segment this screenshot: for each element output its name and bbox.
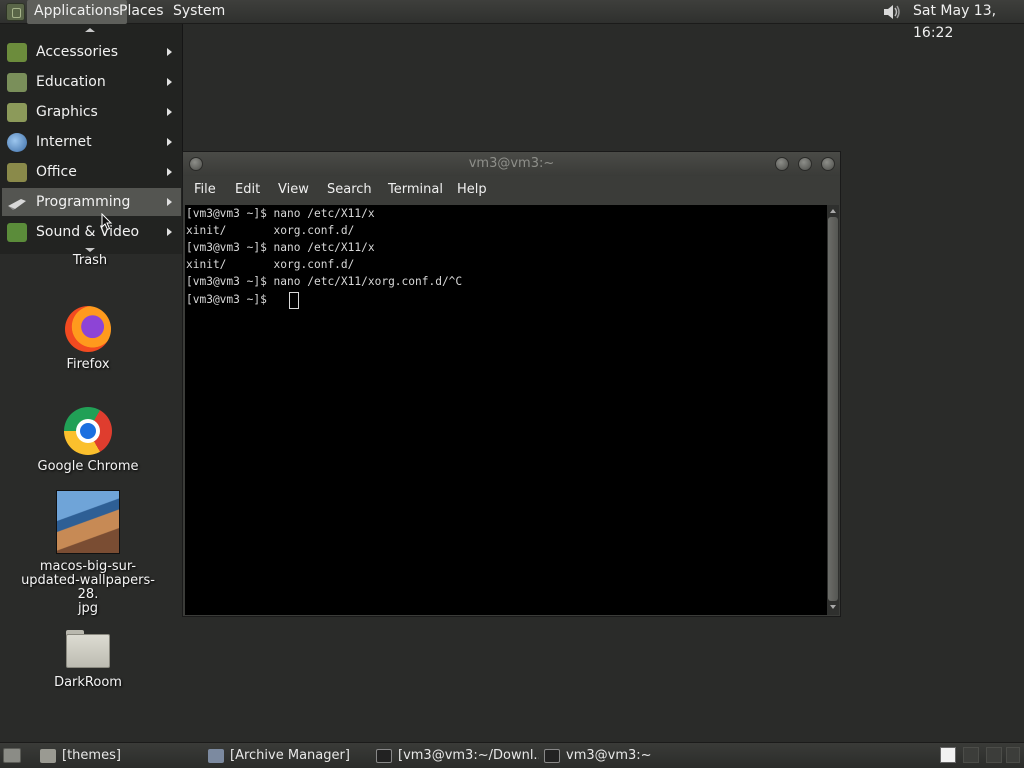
terminal-line: [vm3@vm3 ~]$ nano /etc/X11/xorg.conf.d/^… — [186, 275, 463, 288]
terminal-prompt-line: [vm3@vm3 ~]$ — [186, 293, 274, 306]
terminal-menu-view[interactable]: View — [278, 176, 309, 204]
accessories-icon — [7, 43, 27, 62]
taskbar-item-label: vm3@vm3:~ — [566, 748, 652, 763]
programming-icon — [7, 193, 27, 212]
menu-scroll-down-icon[interactable] — [85, 248, 95, 252]
desktop-icon-wallpaper-file[interactable]: macos-big-sur- updated-wallpapers-28. jp… — [18, 490, 158, 616]
minimize-button[interactable] — [775, 157, 789, 171]
firefox-label: Firefox — [66, 357, 110, 372]
maximize-button[interactable] — [798, 157, 812, 171]
menu-item-label: Internet — [36, 134, 92, 150]
workspace-1[interactable] — [940, 747, 956, 763]
taskbar-item-label: [vm3@vm3:~/Downl... — [398, 748, 539, 763]
menu-item-education[interactable]: Education — [2, 68, 181, 96]
graphics-icon — [7, 103, 27, 122]
menu-item-programming[interactable]: Programming — [2, 188, 181, 216]
chrome-label: Google Chrome — [37, 459, 139, 474]
submenu-arrow-icon — [167, 168, 172, 176]
submenu-arrow-icon — [167, 48, 172, 56]
terminal-titlebar[interactable]: vm3@vm3:~ — [183, 152, 840, 176]
workspace-2[interactable] — [963, 747, 979, 763]
menu-item-label: Sound & Video — [36, 224, 140, 240]
office-icon — [7, 163, 27, 182]
menu-item-internet[interactable]: Internet — [2, 128, 181, 156]
taskbar-item-label: [Archive Manager] — [230, 748, 350, 763]
top-panel: Applications Places System Sat May 13, 1… — [0, 0, 1024, 41]
terminal-icon — [376, 749, 392, 763]
volume-icon[interactable] — [881, 2, 903, 22]
submenu-arrow-icon — [167, 228, 172, 236]
taskbar-item-terminal[interactable]: vm3@vm3:~ — [542, 745, 692, 767]
terminal-line: xinit/ xorg.conf.d/ — [186, 258, 355, 271]
wallpaper-label-line-1: macos-big-sur- — [39, 559, 137, 574]
scrollbar-thumb[interactable] — [828, 217, 838, 601]
terminal-menu-help[interactable]: Help — [457, 176, 487, 204]
places-menu[interactable]: Places — [112, 0, 171, 24]
clock[interactable]: Sat May 13, 16:22 — [913, 0, 1024, 41]
education-icon — [7, 73, 27, 92]
wallpaper-label-line-2: updated-wallpapers-28. — [21, 573, 155, 602]
terminal-menubar: File Edit View Search Terminal Help — [183, 176, 840, 205]
menu-item-office[interactable]: Office — [2, 158, 181, 186]
terminal-title: vm3@vm3:~ — [468, 156, 555, 171]
submenu-arrow-icon — [167, 138, 172, 146]
sound-video-icon — [7, 223, 27, 242]
terminal-menu-search[interactable]: Search — [327, 176, 372, 204]
wallpaper-label-line-3: jpg — [77, 601, 99, 616]
terminal-window[interactable]: vm3@vm3:~ File Edit View Search Terminal… — [182, 151, 841, 617]
menu-scroll-up-icon[interactable] — [85, 28, 95, 32]
desktop-icon-google-chrome[interactable]: Google Chrome — [18, 407, 158, 474]
firefox-icon — [65, 306, 111, 352]
folder-icon — [40, 749, 56, 763]
darkroom-label: DarkRoom — [54, 675, 122, 690]
scroll-down-arrow-icon[interactable] — [830, 605, 836, 609]
menu-item-label: Accessories — [36, 44, 119, 60]
menu-item-label: Office — [36, 164, 77, 180]
terminal-line: [vm3@vm3 ~]$ nano /etc/X11/x — [186, 241, 375, 254]
submenu-arrow-icon — [167, 78, 172, 86]
submenu-arrow-icon — [167, 198, 172, 206]
menu-item-label: Education — [36, 74, 106, 90]
close-button[interactable] — [821, 157, 835, 171]
workspace-3[interactable] — [986, 747, 1002, 763]
menu-item-sound-video[interactable]: Sound & Video — [2, 218, 181, 246]
terminal-line: xinit/ xorg.conf.d/ — [186, 224, 355, 237]
scroll-up-arrow-icon[interactable] — [830, 209, 836, 213]
menu-item-label: Graphics — [36, 104, 98, 120]
terminal-cursor — [289, 292, 299, 309]
system-menu[interactable]: System — [166, 0, 232, 24]
applications-dropdown: Accessories Education Graphics Internet … — [0, 24, 183, 254]
internet-icon — [7, 133, 27, 152]
terminal-scrollbar[interactable] — [827, 205, 839, 615]
bottom-panel: [themes] [Archive Manager] [vm3@vm3:~/Do… — [0, 742, 1024, 768]
menu-item-label: Programming — [36, 194, 131, 210]
taskbar-item-terminal-downloads[interactable]: [vm3@vm3:~/Downl... — [374, 745, 539, 767]
trash-label: Trash — [72, 253, 108, 268]
desktop-icon-firefox[interactable]: Firefox — [18, 306, 158, 372]
workspace-4[interactable] — [1006, 747, 1020, 763]
terminal-icon — [544, 749, 560, 763]
desktop-icon-darkroom[interactable]: DarkRoom — [18, 630, 158, 690]
mouse-pointer-icon — [101, 213, 113, 231]
chrome-icon — [64, 407, 112, 455]
terminal-menu-terminal[interactable]: Terminal — [388, 176, 443, 204]
submenu-arrow-icon — [167, 108, 172, 116]
folder-icon — [66, 630, 110, 668]
desktop-icon-trash[interactable]: Trash — [20, 254, 160, 268]
menu-item-accessories[interactable]: Accessories — [2, 38, 181, 66]
terminal-line: [vm3@vm3 ~]$ nano /etc/X11/x — [186, 207, 375, 220]
taskbar-item-themes[interactable]: [themes] — [38, 745, 198, 767]
terminal-menu-edit[interactable]: Edit — [235, 176, 260, 204]
taskbar-item-label: [themes] — [62, 748, 121, 763]
terminal-menu-file[interactable]: File — [194, 176, 216, 204]
image-thumbnail-icon — [56, 490, 120, 554]
show-desktop-icon[interactable] — [3, 748, 21, 763]
terminal-output[interactable]: [vm3@vm3 ~]$ nano /etc/X11/x xinit/ xorg… — [185, 205, 827, 615]
taskbar-item-archive-manager[interactable]: [Archive Manager] — [206, 745, 368, 767]
archive-manager-icon — [208, 749, 224, 763]
menu-item-graphics[interactable]: Graphics — [2, 98, 181, 126]
distro-logo-icon[interactable] — [6, 3, 25, 21]
